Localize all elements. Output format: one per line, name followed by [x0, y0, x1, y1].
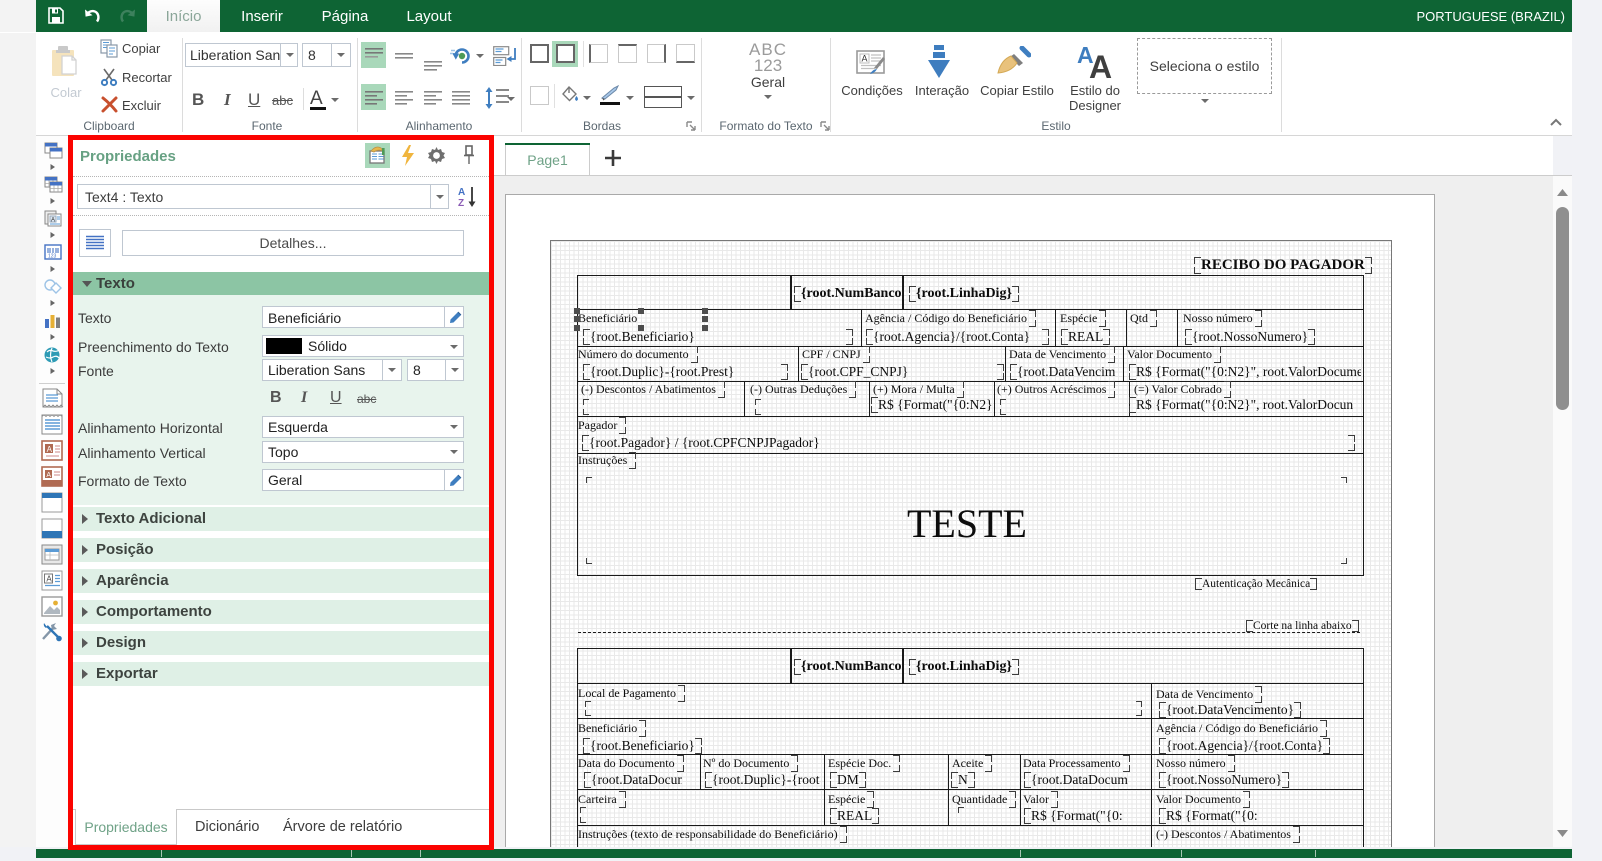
svg-text:A: A — [458, 187, 465, 198]
svg-text:123: 123 — [48, 254, 57, 260]
svg-text:Z: Z — [458, 198, 464, 208]
svg-text:A: A — [46, 472, 51, 479]
svg-text:A: A — [46, 575, 52, 584]
svg-text:A: A — [862, 54, 868, 64]
svg-text:A: A — [51, 218, 55, 224]
svg-text:A: A — [47, 445, 53, 454]
svg-text:A: A — [1089, 49, 1112, 80]
